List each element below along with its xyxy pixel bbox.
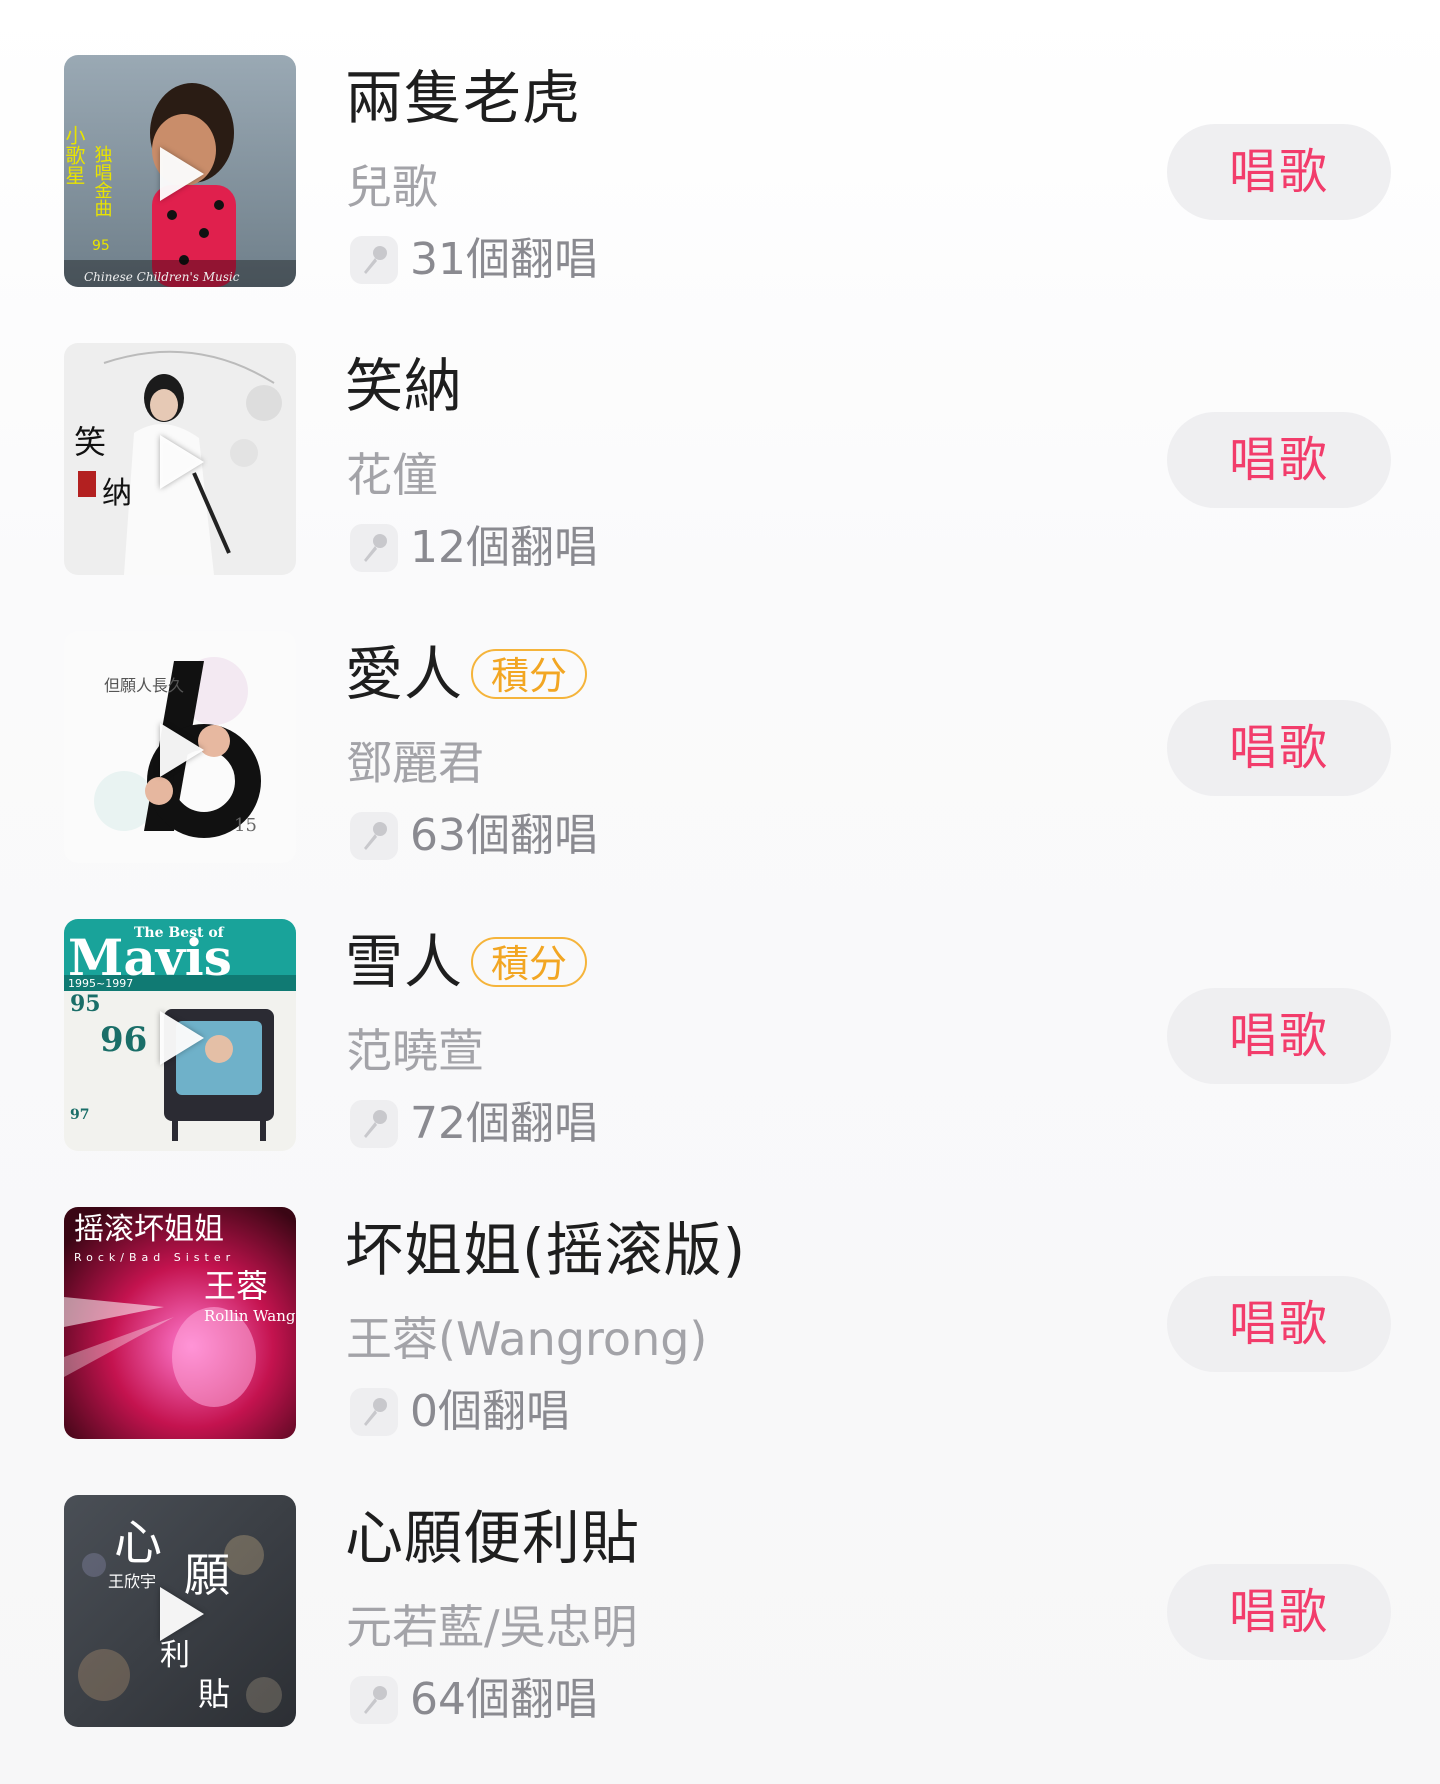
song-row[interactable]: 心 願 王欣宇 利 貼 心願便利貼 元若藍/吳忠明 64個翻唱 唱歌: [0, 1440, 1440, 1728]
sing-button[interactable]: 唱歌: [1167, 700, 1391, 796]
song-title: 愛人: [345, 640, 464, 708]
microphone-icon: [350, 1100, 398, 1148]
album-cover[interactable]: 但願人長久 15: [64, 631, 296, 863]
album-art-text: 独唱金曲: [92, 145, 113, 217]
album-art-text: 纳: [102, 476, 132, 511]
cover-count-line: 31個翻唱: [350, 230, 598, 290]
cover-count: 72個翻唱: [410, 1098, 598, 1149]
album-art-text: Chinese Children's Music: [84, 270, 240, 284]
play-icon[interactable]: [160, 1587, 204, 1641]
song-title: 笑納: [345, 352, 464, 420]
album-art-text: 95: [70, 991, 101, 1017]
cover-count-line: 64個翻唱: [350, 1670, 598, 1730]
album-cover[interactable]: 摇滚坏姐姐 Rock/Bad Sister 王蓉 Rollin Wang: [64, 1207, 296, 1439]
song-row[interactable]: 小歌星 独唱金曲 95 Chinese Children's Music 兩隻老…: [0, 0, 1440, 288]
sing-button[interactable]: 唱歌: [1167, 1276, 1391, 1372]
song-title-line: 心願便利貼: [345, 1498, 640, 1578]
song-artist: 元若藍/吳忠明: [346, 1600, 638, 1654]
album-art-text: 但願人長久: [104, 676, 184, 695]
album-art-text: Rock/Bad Sister: [74, 1251, 235, 1264]
song-title: 雪人: [345, 928, 464, 996]
song-row[interactable]: The Best of Mavis 1995~1997 95 96 97 雪人 …: [0, 864, 1440, 1152]
song-row[interactable]: 但願人長久 15 愛人 積分 鄧麗君 63個翻唱 唱歌: [0, 576, 1440, 864]
album-art-text: 王蓉: [204, 1267, 268, 1305]
play-icon[interactable]: [160, 1011, 204, 1065]
album-art-text: 97: [70, 1107, 89, 1123]
song-artist: 花僮: [346, 448, 438, 502]
album-art-text: 小歌星: [64, 125, 86, 185]
sing-button[interactable]: 唱歌: [1167, 124, 1391, 220]
song-title: 坏姐姐(摇滚版): [345, 1216, 747, 1284]
song-title-line: 兩隻老虎: [345, 58, 581, 138]
cover-count-line: 63個翻唱: [350, 806, 598, 866]
album-cover[interactable]: 笑 纳: [64, 343, 296, 575]
album-art-text: 摇滚坏姐姐: [74, 1212, 224, 1247]
play-icon[interactable]: [160, 435, 204, 489]
microphone-icon: [350, 524, 398, 572]
song-artist: 王蓉(Wangrong): [346, 1312, 708, 1366]
song-list: 小歌星 独唱金曲 95 Chinese Children's Music 兩隻老…: [0, 0, 1440, 1784]
song-title: 兩隻老虎: [345, 64, 582, 132]
play-icon[interactable]: [160, 723, 204, 777]
album-art-text: 心: [114, 1515, 162, 1571]
points-tag: 積分: [471, 649, 588, 699]
cover-count-line: 72個翻唱: [350, 1094, 598, 1154]
album-art-text: Rollin Wang: [204, 1307, 296, 1325]
album-art-text: 利: [160, 1638, 190, 1673]
album-cover[interactable]: 小歌星 独唱金曲 95 Chinese Children's Music: [64, 55, 296, 287]
points-tag: 積分: [471, 937, 588, 987]
song-title: 心願便利貼: [345, 1504, 641, 1572]
cover-count: 12個翻唱: [410, 522, 598, 573]
microphone-icon: [350, 1676, 398, 1724]
cover-count-line: 12個翻唱: [350, 518, 598, 578]
song-title-line: 笑納: [345, 346, 463, 426]
album-art-text: 1995~1997: [68, 977, 133, 990]
song-row[interactable]: 摇滚坏姐姐 Rock/Bad Sister 王蓉 Rollin Wang 坏姐姐…: [0, 1152, 1440, 1440]
cover-count: 64個翻唱: [410, 1674, 598, 1725]
sing-button[interactable]: 唱歌: [1167, 412, 1391, 508]
album-art-text: 笑: [74, 423, 106, 461]
sing-button[interactable]: 唱歌: [1167, 988, 1391, 1084]
album-art-text: 15: [234, 815, 257, 836]
song-title-line: 雪人 積分: [345, 922, 588, 1002]
microphone-icon: [350, 236, 398, 284]
sing-button[interactable]: 唱歌: [1167, 1564, 1391, 1660]
song-artist: 鄧麗君: [346, 736, 484, 790]
cover-count: 31個翻唱: [410, 234, 598, 285]
album-cover[interactable]: The Best of Mavis 1995~1997 95 96 97: [64, 919, 296, 1151]
album-art-text: 貼: [198, 1675, 230, 1713]
cover-count-line: 0個翻唱: [350, 1382, 570, 1442]
song-artist: 兒歌: [346, 160, 438, 214]
cover-count: 63個翻唱: [410, 810, 598, 861]
microphone-icon: [350, 1388, 398, 1436]
album-art-text: 王欣宇: [108, 1572, 156, 1591]
song-artist: 范曉萱: [346, 1024, 484, 1078]
song-row[interactable]: 笑 纳 笑納 花僮 12個翻唱 唱歌: [0, 288, 1440, 576]
song-title-line: 坏姐姐(摇滚版): [345, 1210, 746, 1290]
microphone-icon: [350, 812, 398, 860]
song-title-line: 愛人 積分: [345, 634, 588, 714]
album-art-text: 95: [92, 238, 110, 254]
play-icon[interactable]: [160, 147, 204, 201]
album-art-text: 96: [100, 1020, 147, 1060]
cover-count: 0個翻唱: [410, 1386, 570, 1437]
album-cover[interactable]: 心 願 王欣宇 利 貼: [64, 1495, 296, 1727]
